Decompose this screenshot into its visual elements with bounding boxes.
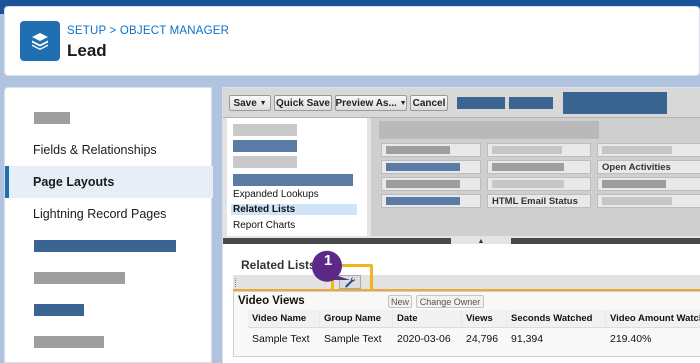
column-header: Seconds Watched [507, 310, 606, 328]
breadcrumb-setup-link[interactable]: SETUP [67, 25, 106, 37]
toolbar-redacted-button[interactable] [457, 97, 505, 109]
drag-handle-icon [235, 278, 237, 287]
palette-category-expanded-lookups[interactable]: Expanded Lookups [233, 189, 319, 200]
table-cell: 24,796 [466, 333, 499, 345]
sidebar-redacted-item[interactable] [34, 272, 125, 284]
video-views-title: Video Views [238, 295, 305, 307]
table-cell: 91,394 [511, 333, 544, 345]
related-list-drag-bar[interactable] [233, 275, 700, 290]
quick-save-button[interactable]: Quick Save [274, 95, 332, 111]
page-header: SETUP > OBJECT MANAGER Lead [4, 6, 700, 76]
preview-as-label: Preview As... [335, 97, 397, 109]
video-views-related-list[interactable]: Video Views New Change Owner Video Name … [233, 291, 700, 357]
preview-as-button[interactable]: Preview As... ▼ [335, 95, 407, 111]
palette-field[interactable] [487, 177, 591, 191]
save-button[interactable]: Save ▼ [229, 95, 271, 111]
palette-redacted-header [379, 121, 599, 139]
toolbar-redacted-button[interactable] [563, 92, 667, 114]
breadcrumb: SETUP > OBJECT MANAGER [67, 25, 229, 37]
chevron-down-icon: ▼ [399, 99, 407, 107]
palette-field-open-activities[interactable]: Open Activities [597, 160, 700, 174]
save-label: Save [233, 97, 257, 109]
palette-field[interactable] [381, 160, 481, 174]
table-cell: 219.40% [610, 333, 652, 345]
palette-category-report-charts[interactable]: Report Charts [233, 220, 295, 231]
new-button: New [388, 295, 412, 308]
table-cell: 2020-03-06 [397, 333, 451, 345]
sidebar-redacted-item[interactable] [34, 112, 70, 124]
sidebar-redacted-item[interactable] [34, 336, 104, 348]
palette-redacted-category[interactable] [233, 124, 297, 136]
sidebar-redacted-item[interactable] [34, 304, 84, 316]
sidebar-item-lightning-record-pages[interactable]: Lightning Record Pages [5, 198, 213, 230]
palette-redacted-category[interactable] [233, 156, 297, 168]
splitter-handle-icon[interactable]: ▲ [451, 238, 511, 245]
table-cell: Sample Text [252, 333, 310, 345]
sidebar-item-page-layouts[interactable]: Page Layouts [5, 166, 213, 198]
sidebar-redacted-item[interactable] [34, 240, 176, 252]
palette-field[interactable] [381, 177, 481, 191]
palette-field[interactable] [487, 143, 591, 157]
step-number: 1 [323, 252, 333, 269]
palette-field[interactable] [381, 194, 481, 208]
cancel-button[interactable]: Cancel [410, 95, 448, 111]
layout-editor: Save ▼ Quick Save Preview As... ▼ Cancel… [222, 87, 700, 363]
palette-field[interactable] [597, 177, 700, 191]
palette-redacted-category[interactable] [233, 174, 353, 186]
column-header: Group Name [320, 310, 393, 328]
related-lists-heading: Related Lists [241, 258, 316, 272]
column-header: Date [393, 310, 462, 328]
page-title: Lead [67, 41, 107, 60]
editor-toolbar: Save ▼ Quick Save Preview As... ▼ Cancel [223, 88, 700, 118]
palette-field[interactable] [597, 143, 700, 157]
column-header: Video Amount Watched [606, 310, 700, 328]
change-owner-button: Change Owner [416, 295, 484, 308]
column-header: Video Name [248, 310, 320, 328]
breadcrumb-separator: > [106, 25, 120, 37]
palette-field-html-email-status[interactable]: HTML Email Status [487, 194, 591, 208]
toolbar-redacted-button[interactable] [509, 97, 553, 109]
sidebar: Fields & Relationships Page Layouts Ligh… [4, 87, 213, 363]
palette-category-related-lists[interactable]: Related Lists [231, 204, 357, 215]
palette-field[interactable] [487, 160, 591, 174]
palette-field-grid: Open Activities HTML Email Status [371, 118, 700, 236]
table-cell: Sample Text [324, 333, 382, 345]
palette-category-list: Expanded Lookups Related Lists Report Ch… [227, 118, 367, 236]
palette-field[interactable] [597, 194, 700, 208]
step-callout-badge: 1 [308, 246, 350, 286]
field-palette: Expanded Lookups Related Lists Report Ch… [223, 118, 700, 238]
palette-redacted-category[interactable] [233, 140, 297, 152]
breadcrumb-object-manager-link[interactable]: OBJECT MANAGER [120, 25, 229, 37]
layers-icon [20, 21, 60, 61]
palette-field[interactable] [381, 143, 481, 157]
chevron-down-icon: ▼ [259, 99, 267, 107]
column-header: Views [462, 310, 507, 328]
sidebar-item-fields-relationships[interactable]: Fields & Relationships [5, 134, 213, 166]
